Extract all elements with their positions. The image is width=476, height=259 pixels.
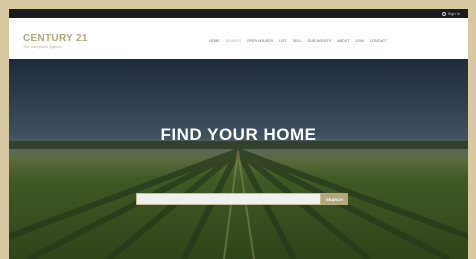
nav-our-agents[interactable]: OUR AGENTS <box>308 39 332 43</box>
nav-home[interactable]: HOME <box>209 39 220 43</box>
vineyard-image <box>9 141 468 259</box>
nav-join[interactable]: JOIN <box>356 39 364 43</box>
search-button[interactable]: SEARCH <box>321 193 348 205</box>
logo[interactable]: CENTURY 21 <box>23 34 88 44</box>
search-bar: SEARCH <box>136 193 348 205</box>
site-header: CENTURY 21 The Hamptons Agency HOME SEAR… <box>9 18 468 59</box>
logo-subtitle: The Hamptons Agency <box>23 45 63 49</box>
sign-in-label: Sign In <box>447 11 460 16</box>
sign-in-link[interactable]: Sign In <box>441 9 460 18</box>
nav-list[interactable]: LIST <box>279 39 287 43</box>
nav-search[interactable]: SEARCH <box>226 39 241 43</box>
search-input[interactable] <box>136 193 321 205</box>
nav-about[interactable]: ABOUT <box>337 39 349 43</box>
browser-frame: Sign In CENTURY 21 The Hamptons Agency H… <box>9 9 468 259</box>
top-bar: Sign In <box>9 9 468 18</box>
hero-banner: FIND YOUR HOME SEARCH <box>9 59 468 259</box>
nav-open-houses[interactable]: OPEN HOUSES <box>247 39 273 43</box>
nav-contact[interactable]: CONTACT <box>370 39 387 43</box>
nav-sell[interactable]: SELL <box>293 39 302 43</box>
hero-title: FIND YOUR HOME <box>160 125 317 144</box>
main-nav: HOME SEARCH OPEN HOUSES LIST SELL OUR AG… <box>209 39 387 43</box>
user-icon <box>441 11 446 16</box>
